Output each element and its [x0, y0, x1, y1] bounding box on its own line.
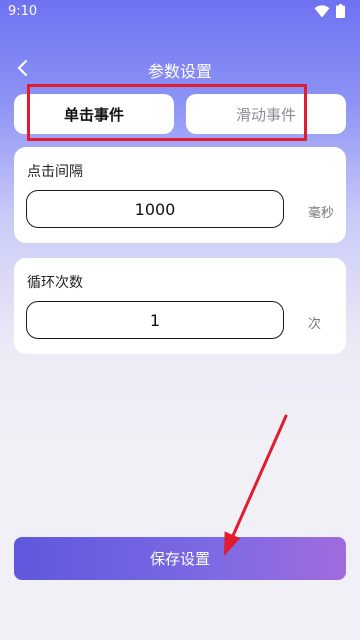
battery-icon	[336, 4, 345, 18]
status-bar: 9:10	[0, 0, 360, 26]
status-time: 9:10	[8, 4, 38, 19]
page-title: 参数设置	[147, 62, 212, 81]
loop-count-unit: 次	[308, 317, 322, 332]
click-interval-input[interactable]: 1000	[26, 190, 284, 228]
save-settings-button[interactable]: 保存设置	[14, 537, 346, 580]
click-interval-unit: 毫秒	[308, 206, 335, 221]
click-interval-label: 点击间隔	[27, 164, 83, 180]
loop-count-value: 1	[149, 310, 161, 330]
click-interval-card: 点击间隔 1000 毫秒	[14, 147, 346, 243]
save-settings-label: 保存设置	[149, 550, 210, 568]
wifi-icon	[314, 5, 330, 18]
click-interval-value: 1000	[134, 199, 176, 219]
annotation-highlight-box	[27, 84, 307, 141]
loop-count-card: 循环次数 1 次	[14, 258, 346, 354]
loop-count-input[interactable]: 1	[26, 301, 284, 339]
loop-count-label: 循环次数	[27, 275, 83, 291]
nav-bar: 参数设置	[0, 52, 360, 84]
